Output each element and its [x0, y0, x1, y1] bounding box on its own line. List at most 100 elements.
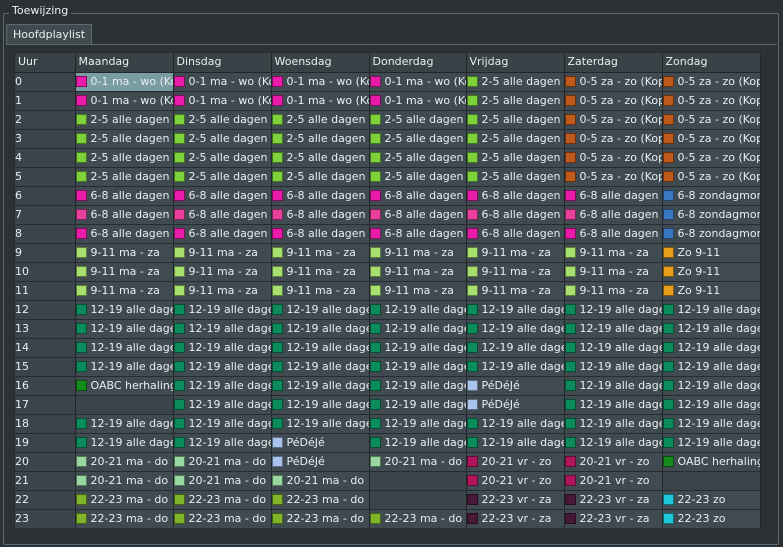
- schedule-cell-tuesday[interactable]: 22-23 ma - do: [173, 490, 272, 510]
- schedule-cell-thursday[interactable]: 6-8 alle dagen: [369, 205, 467, 225]
- schedule-cell-sunday[interactable]: 12-19 alle dagen: [662, 357, 761, 377]
- schedule-cell-tuesday[interactable]: 12-19 alle dagen: [173, 433, 272, 453]
- schedule-cell-tuesday[interactable]: 2-5 alle dagen: [173, 129, 272, 149]
- schedule-cell-friday[interactable]: 22-23 vr - za: [466, 490, 565, 510]
- schedule-cell-sunday[interactable]: 12-19 alle dagen: [662, 376, 761, 396]
- schedule-cell-thursday[interactable]: 12-19 alle dagen: [369, 414, 467, 434]
- schedule-cell-tuesday[interactable]: 6-8 alle dagen: [173, 224, 272, 244]
- tab-main-playlist[interactable]: Hoofdplaylist: [6, 24, 93, 44]
- schedule-cell-thursday[interactable]: 12-19 alle dagen: [369, 376, 467, 396]
- schedule-cell-sunday[interactable]: 0-5 za - zo (Kopie): [662, 148, 761, 168]
- schedule-cell-friday[interactable]: 2-5 alle dagen: [466, 129, 565, 149]
- schedule-cell-friday[interactable]: 12-19 alle dagen: [466, 414, 565, 434]
- schedule-cell-saturday[interactable]: 0-5 za - zo (Kopie): [564, 91, 663, 111]
- column-header-friday[interactable]: Vrijdag: [466, 53, 565, 73]
- schedule-cell-thursday[interactable]: 6-8 alle dagen: [369, 224, 467, 244]
- schedule-cell-wednesday[interactable]: 6-8 alle dagen: [271, 224, 370, 244]
- schedule-cell-monday[interactable]: 2-5 alle dagen: [75, 110, 174, 130]
- schedule-cell-wednesday[interactable]: 12-19 alle dagen: [271, 357, 370, 377]
- schedule-cell-sunday[interactable]: 12-19 alle dagen: [662, 414, 761, 434]
- schedule-cell-wednesday[interactable]: 12-19 alle dagen: [271, 414, 370, 434]
- schedule-cell-saturday[interactable]: 0-5 za - zo (Kopie): [564, 167, 663, 187]
- schedule-cell-sunday[interactable]: 0-5 za - zo (Kopie): [662, 129, 761, 149]
- schedule-cell-wednesday[interactable]: 9-11 ma - za: [271, 243, 370, 263]
- schedule-cell-monday[interactable]: 6-8 alle dagen: [75, 224, 174, 244]
- schedule-cell-wednesday[interactable]: 12-19 alle dagen: [271, 376, 370, 396]
- column-header-sunday[interactable]: Zondag: [662, 53, 761, 73]
- schedule-cell-monday[interactable]: 12-19 alle dagen: [75, 338, 174, 358]
- schedule-cell-sunday[interactable]: 12-19 alle dagen: [662, 300, 761, 320]
- column-header-monday[interactable]: Maandag: [75, 53, 174, 73]
- schedule-cell-saturday[interactable]: 6-8 alle dagen: [564, 224, 663, 244]
- schedule-cell-thursday[interactable]: 12-19 alle dagen: [369, 319, 467, 339]
- schedule-cell-sunday[interactable]: [662, 471, 761, 491]
- schedule-cell-saturday[interactable]: 22-23 vr - za: [564, 509, 663, 529]
- schedule-cell-monday[interactable]: 0-1 ma - wo (Kopie): [75, 72, 174, 92]
- schedule-cell-thursday[interactable]: 2-5 alle dagen: [369, 110, 467, 130]
- schedule-cell-tuesday[interactable]: 12-19 alle dagen: [173, 338, 272, 358]
- schedule-cell-friday[interactable]: 9-11 ma - za: [466, 281, 565, 301]
- schedule-cell-tuesday[interactable]: 12-19 alle dagen: [173, 357, 272, 377]
- schedule-cell-tuesday[interactable]: 0-1 ma - wo (Kopie): [173, 72, 272, 92]
- schedule-cell-wednesday[interactable]: 6-8 alle dagen: [271, 205, 370, 225]
- schedule-cell-wednesday[interactable]: 2-5 alle dagen: [271, 110, 370, 130]
- schedule-cell-thursday[interactable]: 0-1 ma - wo (Kopie): [369, 91, 467, 111]
- column-header-saturday[interactable]: Zaterdag: [564, 53, 663, 73]
- schedule-cell-friday[interactable]: 9-11 ma - za: [466, 243, 565, 263]
- schedule-cell-monday[interactable]: 9-11 ma - za: [75, 262, 174, 282]
- schedule-cell-wednesday[interactable]: PéDéJé: [271, 433, 370, 453]
- schedule-cell-saturday[interactable]: 0-5 za - zo (Kopie): [564, 148, 663, 168]
- schedule-cell-monday[interactable]: 20-21 ma - do: [75, 471, 174, 491]
- schedule-cell-wednesday[interactable]: PéDéJé: [271, 452, 370, 472]
- schedule-cell-wednesday[interactable]: 22-23 ma - do: [271, 509, 370, 529]
- schedule-cell-friday[interactable]: 6-8 alle dagen: [466, 224, 565, 244]
- schedule-cell-friday[interactable]: 2-5 alle dagen: [466, 167, 565, 187]
- schedule-cell-thursday[interactable]: 9-11 ma - za: [369, 281, 467, 301]
- schedule-cell-sunday[interactable]: 22-23 zo: [662, 509, 761, 529]
- schedule-cell-wednesday[interactable]: 0-1 ma - wo (Kopie): [271, 72, 370, 92]
- schedule-cell-tuesday[interactable]: 6-8 alle dagen: [173, 205, 272, 225]
- schedule-cell-monday[interactable]: 9-11 ma - za: [75, 243, 174, 263]
- schedule-cell-wednesday[interactable]: 0-1 ma - wo (Kopie): [271, 91, 370, 111]
- schedule-cell-monday[interactable]: 0-1 ma - wo (Kopie): [75, 91, 174, 111]
- schedule-cell-wednesday[interactable]: 12-19 alle dagen: [271, 319, 370, 339]
- schedule-cell-tuesday[interactable]: 12-19 alle dagen: [173, 300, 272, 320]
- schedule-cell-friday[interactable]: 12-19 alle dagen: [466, 319, 565, 339]
- schedule-cell-tuesday[interactable]: 6-8 alle dagen: [173, 186, 272, 206]
- schedule-cell-friday[interactable]: 22-23 vr - za: [466, 509, 565, 529]
- schedule-cell-saturday[interactable]: 12-19 alle dagen: [564, 338, 663, 358]
- schedule-cell-monday[interactable]: 2-5 alle dagen: [75, 167, 174, 187]
- schedule-cell-monday[interactable]: 12-19 alle dagen: [75, 319, 174, 339]
- schedule-cell-saturday[interactable]: 12-19 alle dagen: [564, 300, 663, 320]
- schedule-cell-friday[interactable]: 6-8 alle dagen: [466, 205, 565, 225]
- schedule-cell-wednesday[interactable]: 2-5 alle dagen: [271, 148, 370, 168]
- schedule-cell-thursday[interactable]: 12-19 alle dagen: [369, 338, 467, 358]
- schedule-cell-friday[interactable]: 2-5 alle dagen: [466, 72, 565, 92]
- schedule-cell-friday[interactable]: 9-11 ma - za: [466, 262, 565, 282]
- schedule-cell-tuesday[interactable]: 2-5 alle dagen: [173, 167, 272, 187]
- schedule-cell-thursday[interactable]: 12-19 alle dagen: [369, 300, 467, 320]
- schedule-cell-saturday[interactable]: 0-5 za - zo (Kopie): [564, 129, 663, 149]
- schedule-cell-tuesday[interactable]: 2-5 alle dagen: [173, 148, 272, 168]
- schedule-cell-wednesday[interactable]: 12-19 alle dagen: [271, 300, 370, 320]
- schedule-cell-thursday[interactable]: [369, 471, 467, 491]
- schedule-cell-sunday[interactable]: OABC herhaling: [662, 452, 761, 472]
- schedule-cell-saturday[interactable]: 9-11 ma - za: [564, 262, 663, 282]
- schedule-cell-thursday[interactable]: 2-5 alle dagen: [369, 167, 467, 187]
- schedule-cell-monday[interactable]: 12-19 alle dagen: [75, 414, 174, 434]
- schedule-cell-monday[interactable]: 12-19 alle dagen: [75, 433, 174, 453]
- schedule-cell-tuesday[interactable]: 12-19 alle dagen: [173, 395, 272, 415]
- schedule-cell-sunday[interactable]: Zo 9-11: [662, 262, 761, 282]
- schedule-cell-wednesday[interactable]: 2-5 alle dagen: [271, 167, 370, 187]
- schedule-cell-thursday[interactable]: 2-5 alle dagen: [369, 148, 467, 168]
- schedule-cell-wednesday[interactable]: 12-19 alle dagen: [271, 395, 370, 415]
- schedule-cell-wednesday[interactable]: 12-19 alle dagen: [271, 338, 370, 358]
- schedule-cell-thursday[interactable]: 12-19 alle dagen: [369, 357, 467, 377]
- schedule-cell-sunday[interactable]: 12-19 alle dagen: [662, 338, 761, 358]
- schedule-cell-tuesday[interactable]: 12-19 alle dagen: [173, 376, 272, 396]
- schedule-cell-saturday[interactable]: 9-11 ma - za: [564, 243, 663, 263]
- schedule-cell-saturday[interactable]: 22-23 vr - za: [564, 490, 663, 510]
- schedule-cell-wednesday[interactable]: 2-5 alle dagen: [271, 129, 370, 149]
- schedule-cell-saturday[interactable]: 20-21 vr - zo: [564, 452, 663, 472]
- schedule-cell-sunday[interactable]: 0-5 za - zo (Kopie): [662, 72, 761, 92]
